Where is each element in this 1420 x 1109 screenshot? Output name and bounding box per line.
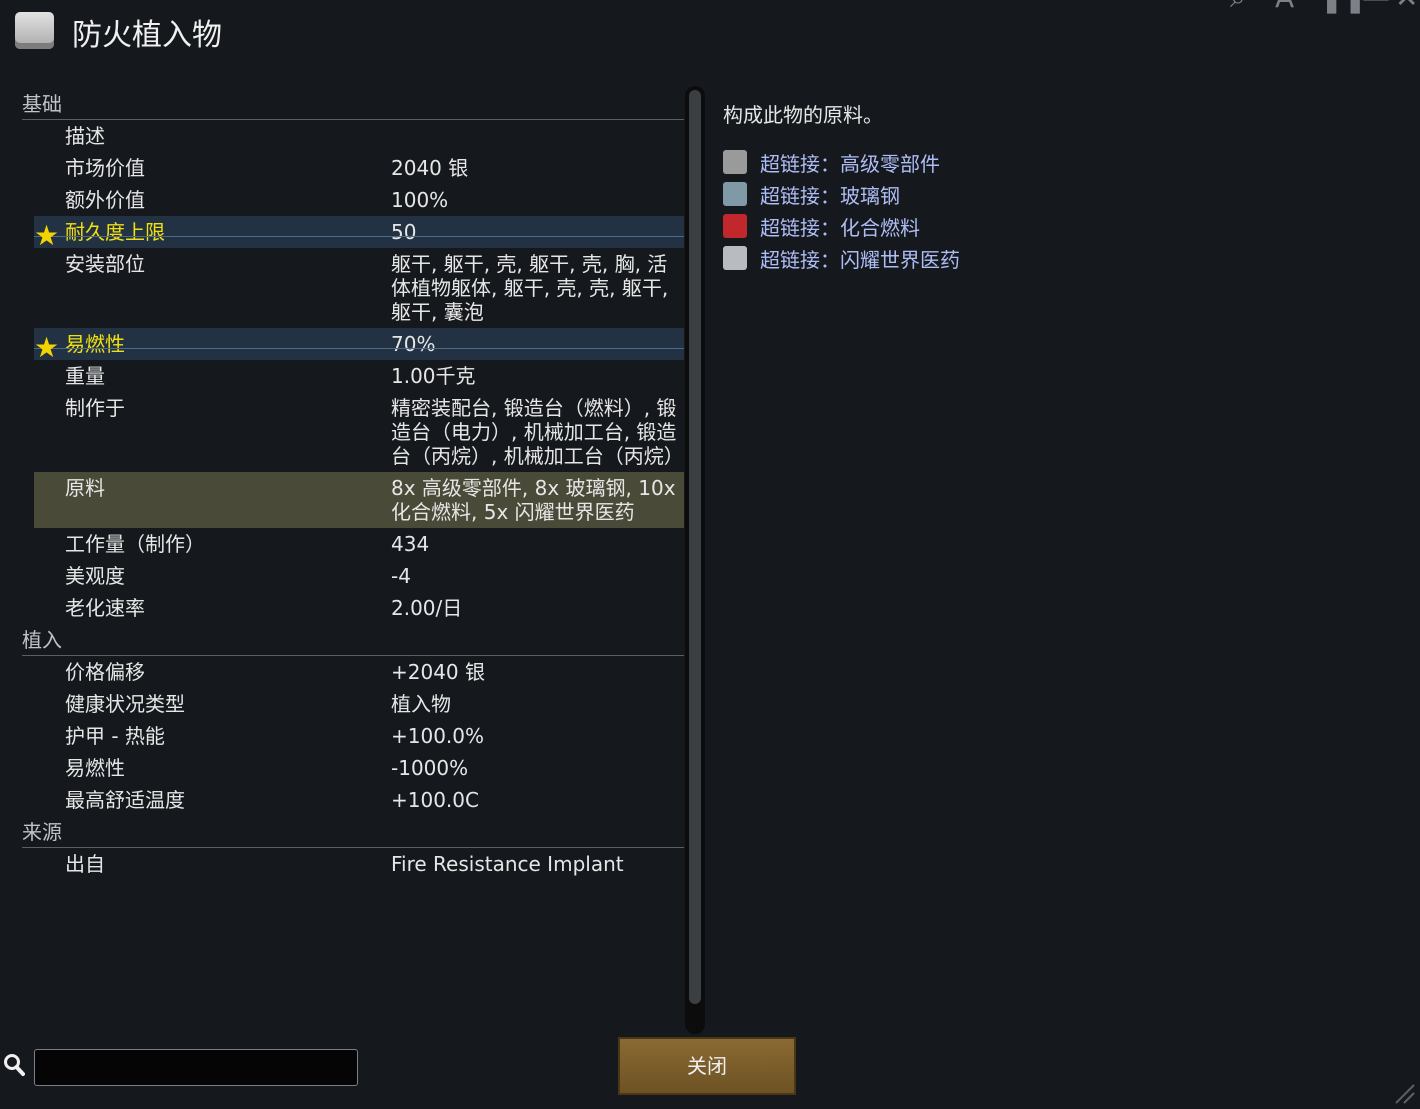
stat-label: 市场价值 <box>65 156 145 180</box>
stat-value: 植入物 <box>391 692 451 716</box>
hyperlink-text: 超链接：玻璃钢 <box>760 183 900 208</box>
stat-row[interactable]: 最高舒适温度 +100.0C <box>22 784 684 816</box>
stat-row[interactable]: 出自 Fire Resistance Implant <box>22 848 684 880</box>
stat-label: 额外价值 <box>65 188 145 212</box>
scrollbar[interactable] <box>685 86 705 1034</box>
minimize-icon[interactable]: — <box>1362 0 1390 12</box>
stat-value: +2040 银 <box>391 660 486 684</box>
stat-row[interactable]: 额外价值 100% <box>22 184 684 216</box>
stat-row-selected[interactable]: 原料 8x 高级零部件, 8x 玻璃钢, 10x 化合燃料, 5x 闪耀世界医药 <box>34 472 684 528</box>
stat-row-highlighted[interactable]: ★ 耐久度上限 50 <box>34 216 684 252</box>
window-controls: ⌕ A ❚❚ — ✕ <box>1190 0 1420 12</box>
hyperlink-text: 超链接：闪耀世界医药 <box>760 247 960 272</box>
star-icon: ★ <box>34 331 60 364</box>
stat-row[interactable]: 易燃性 -1000% <box>22 752 684 784</box>
stat-value: 2040 银 <box>391 156 469 180</box>
stat-label: 健康状况类型 <box>65 692 185 716</box>
hyperlink-text: 超链接：化合燃料 <box>760 215 920 240</box>
stat-label: 老化速率 <box>65 596 145 620</box>
stat-value: 1.00千克 <box>391 364 476 388</box>
hyperlink-text: 超链接：高级零部件 <box>760 151 940 176</box>
stat-label: 描述 <box>65 124 105 148</box>
stat-value: Fire Resistance Implant <box>391 852 624 876</box>
stat-value: +100.0C <box>391 788 479 812</box>
hyperlink-fuel[interactable]: 超链接：化合燃料 <box>723 210 1403 242</box>
stat-value: 100% <box>391 188 449 212</box>
stat-label: 易燃性 <box>65 332 125 356</box>
stat-row[interactable]: 制作于 精密装配台, 锻造台（燃料）, 锻造台（电力）, 机械加工台, 锻造台（丙… <box>22 392 684 472</box>
stat-value: +100.0% <box>391 724 485 748</box>
stat-row[interactable]: 健康状况类型 植入物 <box>22 688 684 720</box>
stat-label: 易燃性 <box>65 756 125 780</box>
stat-row[interactable]: 价格偏移 +2040 银 <box>22 656 684 688</box>
implant-icon <box>15 12 54 49</box>
scrollbar-thumb[interactable] <box>689 90 701 1004</box>
stat-value: 434 <box>391 532 430 556</box>
stat-value: 躯干, 躯干, 壳, 躯干, 壳, 胸, 活体植物躯体, 躯干, 壳, 壳, 躯… <box>391 252 669 324</box>
stat-value: 70% <box>391 332 436 356</box>
category-header: 基础 <box>22 88 684 120</box>
stat-row[interactable]: 护甲 - 热能 +100.0% <box>22 720 684 752</box>
component-icon <box>723 150 747 174</box>
stat-label: 最高舒适温度 <box>65 788 185 812</box>
fuel-icon <box>723 214 747 238</box>
resize-handle-icon[interactable] <box>1392 1081 1416 1105</box>
search-icon <box>4 1054 25 1076</box>
stat-row[interactable]: 老化速率 2.00/日 <box>22 592 684 624</box>
stat-value: -4 <box>391 564 411 588</box>
search-icon[interactable]: ⌕ <box>1230 0 1246 12</box>
stat-row-highlighted[interactable]: ★ 易燃性 70% <box>34 328 684 364</box>
hyperlink-component[interactable]: 超链接：高级零部件 <box>723 146 1403 178</box>
stat-label: 重量 <box>65 364 105 388</box>
stat-row[interactable]: 美观度 -4 <box>22 560 684 592</box>
stat-value: 精密装配台, 锻造台（燃料）, 锻造台（电力）, 机械加工台, 锻造台（丙烷）,… <box>391 396 684 468</box>
stat-label: 安装部位 <box>65 252 145 276</box>
stat-row[interactable]: 工作量（制作） 434 <box>22 528 684 560</box>
stat-row[interactable]: 市场价值 2040 银 <box>22 152 684 184</box>
font-icon[interactable]: A <box>1275 0 1294 12</box>
stat-value: -1000% <box>391 756 469 780</box>
star-icon: ★ <box>34 219 60 252</box>
stat-label: 原料 <box>65 476 105 500</box>
stat-label: 耐久度上限 <box>65 220 165 244</box>
close-icon[interactable]: ✕ <box>1395 0 1418 12</box>
stat-label: 制作于 <box>65 396 125 420</box>
detail-description: 构成此物的原料。 <box>723 103 883 127</box>
detail-panel: 构成此物的原料。 超链接：高级零部件 超链接：玻璃钢 超链接：化合燃料 超链接：… <box>723 100 1403 274</box>
category-header: 来源 <box>22 816 684 848</box>
plasteel-icon <box>723 182 747 206</box>
stat-value <box>391 120 684 128</box>
stat-label: 价格偏移 <box>65 660 145 684</box>
stat-label: 护甲 - 热能 <box>65 724 165 748</box>
stat-row[interactable]: 描述 <box>22 120 684 152</box>
stat-label: 出自 <box>65 852 105 876</box>
close-button[interactable]: 关闭 <box>618 1037 796 1095</box>
stat-label: 工作量（制作） <box>65 532 205 556</box>
search-input[interactable] <box>34 1049 358 1086</box>
window-title: 防火植入物 <box>72 18 222 53</box>
pause-icon[interactable]: ❚❚ <box>1320 0 1367 12</box>
hyperlink-plasteel[interactable]: 超链接：玻璃钢 <box>723 178 1403 210</box>
stat-row[interactable]: 重量 1.00千克 <box>22 360 684 392</box>
medicine-icon <box>723 246 747 270</box>
category-header: 植入 <box>22 624 684 656</box>
stats-panel: 基础 描述 市场价值 2040 银 额外价值 100% ★ 耐久度上限 50 安装部位躯… <box>22 88 684 880</box>
stat-value: 50 <box>391 220 417 244</box>
stat-value: 8x 高级零部件, 8x 玻璃钢, 10x 化合燃料, 5x 闪耀世界医药 <box>391 476 676 524</box>
stat-value: 2.00/日 <box>391 596 463 620</box>
stat-row[interactable]: 安装部位 躯干, 躯干, 壳, 躯干, 壳, 胸, 活体植物躯体, 躯干, 壳, … <box>22 248 684 328</box>
stat-label: 美观度 <box>65 564 125 588</box>
hyperlink-medicine[interactable]: 超链接：闪耀世界医药 <box>723 242 1403 274</box>
